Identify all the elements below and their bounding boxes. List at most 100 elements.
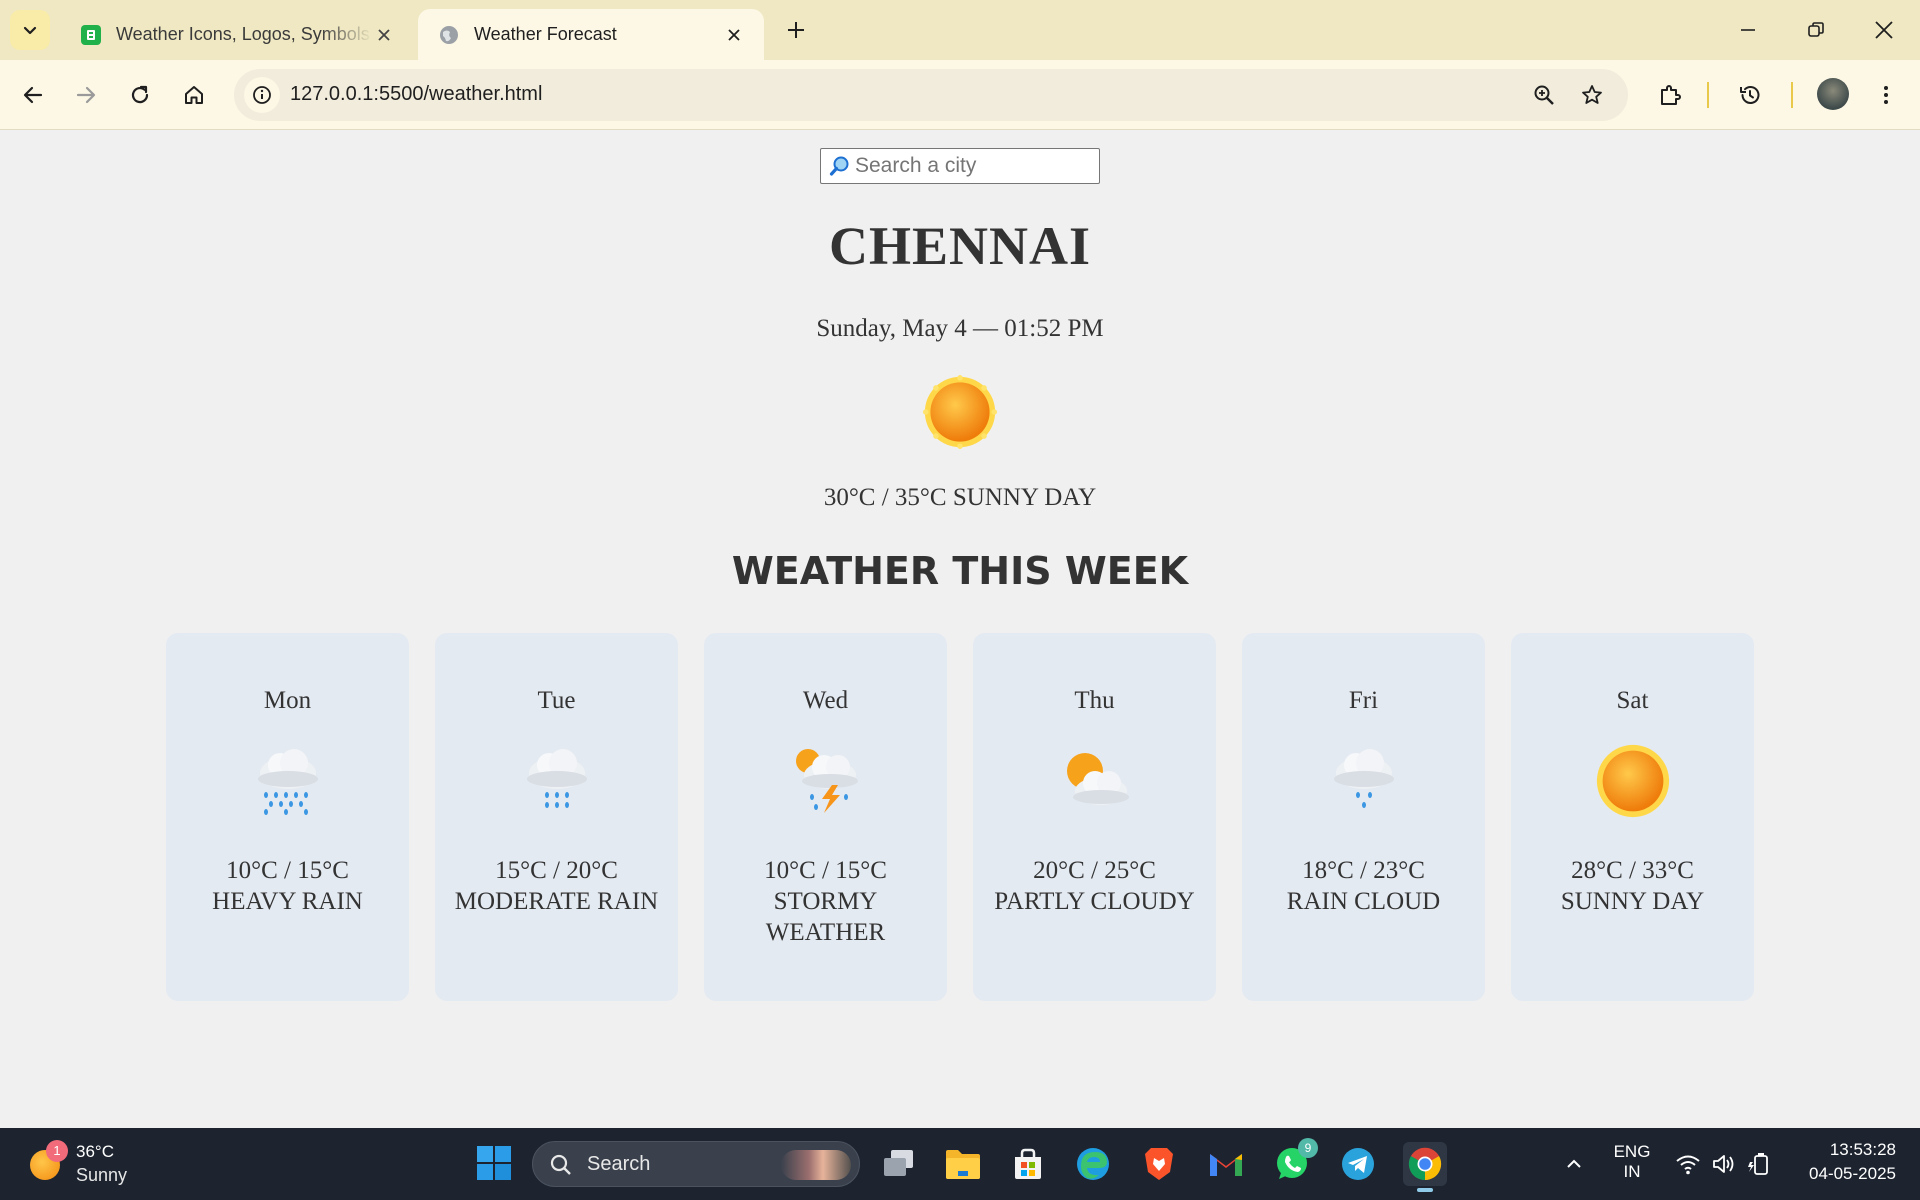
restore-button[interactable] <box>1794 8 1838 52</box>
windows-start-icon[interactable] <box>476 1145 512 1181</box>
chrome-button[interactable] <box>1403 1142 1447 1192</box>
forecast-day: Sat <box>1616 687 1649 714</box>
forecast-card-sat: Sat 28°C / 33°C SUNNY DAY <box>1511 633 1754 1001</box>
sun-icon <box>1596 744 1670 818</box>
taskbar-weather-widget[interactable]: 1 36°C Sunny <box>28 1140 148 1188</box>
profile-avatar[interactable] <box>1817 78 1849 110</box>
bookmark-button[interactable] <box>1572 75 1612 115</box>
file-explorer-button[interactable] <box>941 1142 985 1186</box>
back-button[interactable] <box>13 75 53 115</box>
forecast-description: HEAVY RAIN <box>212 888 363 915</box>
new-tab-button[interactable] <box>780 14 812 46</box>
url-text[interactable]: 127.0.0.1:5500/weather.html <box>290 83 542 106</box>
zoom-in-icon <box>1534 85 1554 105</box>
arrow-right-icon <box>76 86 96 104</box>
home-button[interactable] <box>174 75 214 115</box>
forecast-card-tue: Tue 15°C / 20°C MODERATE RAIN <box>435 633 678 1001</box>
taskbar: 1 36°C Sunny Search 9 ENG IN 13:53:28 04… <box>0 1128 1920 1200</box>
minimize-icon <box>1741 29 1755 31</box>
site-info-button[interactable] <box>244 77 280 113</box>
reload-icon <box>131 85 149 104</box>
volume-button[interactable] <box>1710 1150 1738 1178</box>
reload-button[interactable] <box>120 75 160 115</box>
clock-time: 13:53:28 <box>1829 1140 1896 1159</box>
clock-date: 04-05-2025 <box>1809 1164 1896 1183</box>
telegram-button[interactable] <box>1336 1142 1380 1186</box>
globe-icon <box>440 25 458 44</box>
taskbar-search-label: Search <box>587 1153 651 1175</box>
zoom-button[interactable] <box>1524 75 1564 115</box>
site-favicon-icon <box>81 24 101 45</box>
edge-button[interactable] <box>1071 1142 1115 1186</box>
forecast-day: Wed <box>802 687 849 714</box>
close-icon <box>1875 21 1893 39</box>
close-window-button[interactable] <box>1862 8 1906 52</box>
forecast-description: SUNNY DAY <box>1560 888 1705 915</box>
forecast-temperature: 10°C / 15°C <box>764 857 887 884</box>
tab-search-button[interactable] <box>10 10 50 50</box>
heavy-rain-icon <box>258 749 318 815</box>
restore-icon <box>1808 22 1824 37</box>
gmail-button[interactable] <box>1204 1142 1248 1186</box>
plus-icon <box>788 22 804 38</box>
forecast-temperature: 18°C / 23°C <box>1302 857 1425 884</box>
forecast-day: Thu <box>1074 687 1115 714</box>
moderate-rain-icon <box>527 749 587 808</box>
brave-icon <box>1145 1148 1173 1180</box>
battery-charging-icon <box>1748 1153 1768 1175</box>
rain-cloud-icon <box>1334 749 1394 808</box>
tab-close-icon[interactable] <box>372 23 396 47</box>
task-view-icon <box>884 1150 913 1176</box>
weather-temperature: 36°C <box>76 1142 114 1161</box>
tab-title: Weather Icons, Logos, Symbols <box>116 24 370 44</box>
history-button[interactable] <box>1730 75 1770 115</box>
language-indicator[interactable]: ENG IN <box>1608 1142 1656 1182</box>
notification-badge: 1 <box>46 1140 68 1162</box>
address-bar[interactable]: 127.0.0.1:5500/weather.html <box>234 69 1628 121</box>
extensions-button[interactable] <box>1650 75 1690 115</box>
toolbar-separator <box>1707 82 1709 108</box>
folder-icon <box>946 1150 980 1179</box>
browser-toolbar: 127.0.0.1:5500/weather.html <box>0 60 1920 130</box>
search-icon <box>829 156 849 176</box>
star-icon <box>1582 85 1602 104</box>
browser-menu-button[interactable] <box>1866 75 1906 115</box>
search-input[interactable] <box>855 152 1091 180</box>
tab-weather-icons[interactable]: Weather Icons, Logos, Symbols <box>60 9 414 60</box>
forecast-temperature: 10°C / 15°C <box>226 857 349 884</box>
edge-icon <box>1077 1148 1109 1180</box>
weather-condition: Sunny <box>76 1165 128 1185</box>
forecast-description: PARTLY CLOUDY <box>994 888 1195 915</box>
chevron-up-icon <box>1567 1159 1581 1168</box>
sun-icon <box>923 375 997 449</box>
week-heading: WEATHER THIS WEEK <box>731 549 1189 593</box>
forward-button[interactable] <box>66 75 106 115</box>
clock[interactable]: 13:53:28 04-05-2025 <box>1786 1140 1896 1184</box>
tab-close-icon[interactable] <box>722 23 746 47</box>
whatsapp-button[interactable]: 9 <box>1270 1138 1318 1186</box>
arrow-left-icon <box>23 86 43 104</box>
city-search-box[interactable] <box>820 148 1100 184</box>
city-name: CHENNAI <box>828 216 1092 276</box>
tab-weather-forecast[interactable]: Weather Forecast <box>418 9 764 60</box>
forecast-description: RAIN CLOUD <box>1286 888 1441 915</box>
minimize-button[interactable] <box>1726 8 1770 52</box>
brave-button[interactable] <box>1137 1142 1181 1186</box>
show-hidden-icons-button[interactable] <box>1560 1150 1588 1178</box>
volume-icon <box>1713 1155 1734 1173</box>
history-icon <box>1740 86 1760 104</box>
taskbar-search[interactable]: Search <box>532 1141 860 1187</box>
battery-button[interactable] <box>1745 1150 1773 1178</box>
wifi-button[interactable] <box>1674 1150 1702 1178</box>
tab-title: Weather Forecast <box>474 24 617 44</box>
forecast-card-mon: Mon 10°C / 15°C HEAVY RAIN <box>166 633 409 1001</box>
telegram-icon <box>1342 1148 1374 1180</box>
chevron-down-icon <box>23 26 37 35</box>
microsoft-store-button[interactable] <box>1006 1142 1050 1186</box>
weather-page: CHENNAI Sunday, May 4 — 01:52 PM 30°C / … <box>0 131 1920 1128</box>
task-view-button[interactable] <box>877 1142 921 1186</box>
region-code: IN <box>1623 1162 1641 1181</box>
forecast-temperature: 20°C / 25°C <box>1033 857 1156 884</box>
forecast-card-wed: Wed 10°C / 15°C STORMY WEATHER <box>704 633 947 1001</box>
active-indicator <box>1417 1188 1433 1192</box>
